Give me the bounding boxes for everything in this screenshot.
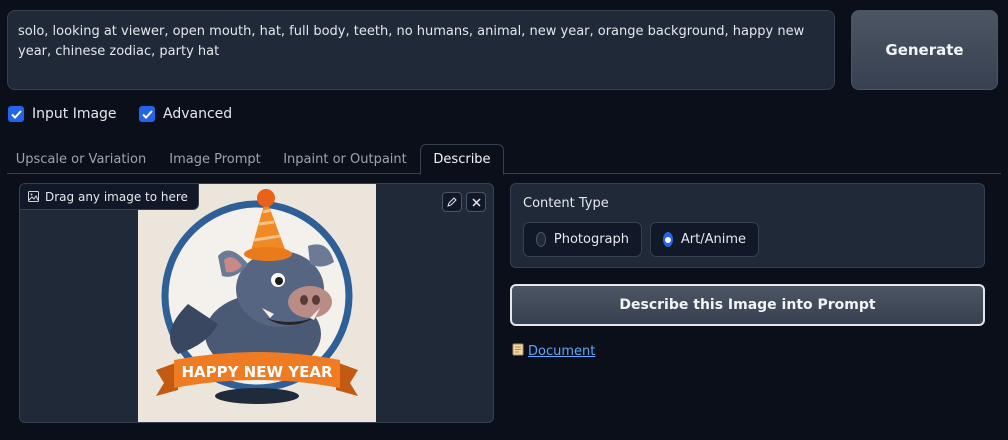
tab-inpaint-or-outpaint[interactable]: Inpaint or Outpaint [279,144,411,174]
close-icon[interactable] [466,192,486,212]
checkmark-icon [10,109,22,119]
image-upload-panel[interactable]: Drag any image to here HAPPY NEW YEAR [19,183,494,423]
tab-bar: Upscale or Variation Image Prompt Inpain… [7,144,1001,175]
radio-button-selected[interactable] [663,232,673,247]
prompt-textarea[interactable]: solo, looking at viewer, open mouth, hat… [7,10,835,90]
radio-label: Art/Anime [680,232,746,247]
pencil-icon [447,197,457,207]
generate-button[interactable]: Generate [851,10,998,90]
drop-label: Drag any image to here [20,184,199,210]
input-image-option[interactable]: Input Image [8,106,117,122]
banner-text: HAPPY NEW YEAR [181,363,333,381]
advanced-checkbox[interactable] [139,106,155,122]
x-icon [471,197,481,207]
drop-label-text: Drag any image to here [45,189,188,204]
document-link-text[interactable]: Document [528,344,595,359]
radio-art-anime[interactable]: Art/Anime [650,222,759,257]
checkmark-icon [141,109,153,119]
content-type-panel: Content Type Photograph Art/Anime [510,183,985,268]
uploaded-image: HAPPY NEW YEAR [138,184,376,422]
edit-icon[interactable] [442,192,462,212]
radio-photograph[interactable]: Photograph [523,222,642,257]
radio-button[interactable] [536,232,546,247]
document-icon [512,343,524,360]
tab-upscale-or-variation[interactable]: Upscale or Variation [11,144,151,174]
tab-image-prompt[interactable]: Image Prompt [161,144,269,174]
boar-illustration: HAPPY NEW YEAR [138,184,376,422]
radio-label: Photograph [553,232,629,247]
content-type-label: Content Type [523,196,609,211]
image-icon [28,191,39,202]
advanced-label: Advanced [163,106,233,122]
advanced-option[interactable]: Advanced [139,106,232,122]
input-image-checkbox[interactable] [8,106,24,122]
tab-describe[interactable]: Describe [420,144,504,175]
input-image-label: Input Image [32,106,117,122]
describe-button[interactable]: Describe this Image into Prompt [510,284,985,326]
document-link[interactable]: Document [512,343,595,360]
